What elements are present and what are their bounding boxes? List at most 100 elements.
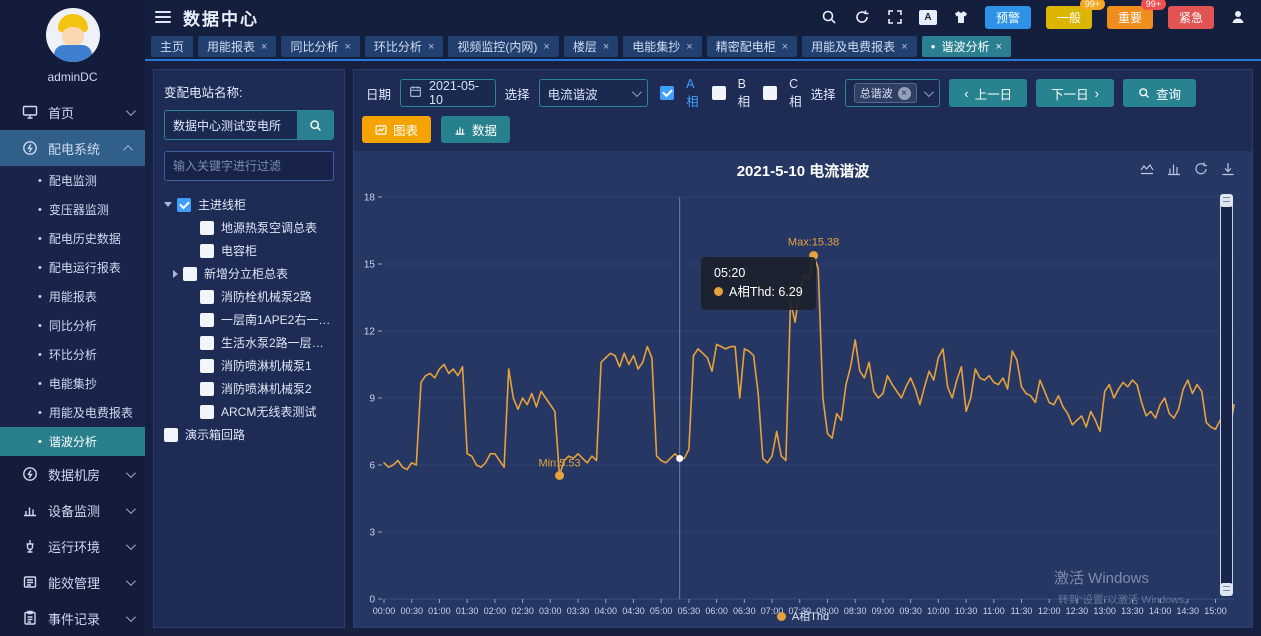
tab-energy-report[interactable]: 用能报表× bbox=[198, 36, 276, 57]
previous-day-button[interactable]: ‹上一日 bbox=[949, 79, 1027, 107]
search-icon[interactable] bbox=[820, 8, 838, 26]
phase-a-checkbox[interactable]: A相 bbox=[660, 77, 699, 110]
sidebar-item-energy-report[interactable]: 用能报表 bbox=[0, 282, 145, 311]
tab-energy-fee-report[interactable]: 用能及电费报表× bbox=[802, 36, 916, 57]
tree-filter-input[interactable] bbox=[164, 151, 334, 181]
tree-node-ground-source-pump[interactable]: 地源热泵空调总表 bbox=[164, 216, 334, 239]
chart-legend[interactable]: A相Thd bbox=[354, 608, 1252, 624]
tree-node-1f-south-ape2[interactable]: 一层南1APE2右一层北1APE1左 bbox=[164, 308, 334, 331]
sidebar-item-energy-efficiency[interactable]: 能效管理 bbox=[0, 564, 145, 600]
station-name-input[interactable]: 数据中心测试变电所 bbox=[165, 111, 297, 139]
sidebar-item-meter-reading[interactable]: 电能集抄 bbox=[0, 369, 145, 398]
topbar-actions: A 预警 一般99+ 重要99+ 紧急 bbox=[820, 6, 1247, 29]
user-icon[interactable] bbox=[1229, 8, 1247, 26]
sidebar-nav: 首页 配电系统 配电监测 变压器监测 配电历史数据 配电运行报表 用能报表 同比… bbox=[0, 94, 145, 636]
alarm-count-badge: 99+ bbox=[1141, 0, 1166, 10]
sidebar-item-distribution-report[interactable]: 配电运行报表 bbox=[0, 253, 145, 282]
tree-node-spray-pump-2[interactable]: 消防喷淋机械泵2 bbox=[164, 377, 334, 400]
tree-checkbox[interactable] bbox=[200, 290, 214, 304]
fullscreen-icon[interactable] bbox=[886, 8, 904, 26]
tab-harmonic-analysis[interactable]: ●谐波分析× bbox=[922, 36, 1011, 57]
sidebar-item-energy-fee-report[interactable]: 用能及电费报表 bbox=[0, 398, 145, 427]
harmonics-chart[interactable]: 036912151800:0000:3001:0001:3002:0002:30… bbox=[354, 181, 1254, 617]
tree-checkbox[interactable] bbox=[183, 267, 197, 281]
next-day-button[interactable]: 下一日› bbox=[1036, 79, 1114, 107]
menu-collapse-icon[interactable] bbox=[155, 11, 171, 23]
tab-close-icon[interactable]: × bbox=[782, 41, 788, 53]
sidebar-item-operating-environment[interactable]: 运行环境 bbox=[0, 528, 145, 564]
date-picker[interactable]: 2021-05-10 bbox=[400, 79, 496, 107]
alarm-critical-button[interactable]: 紧急 bbox=[1168, 6, 1214, 29]
tree-checkbox[interactable] bbox=[200, 221, 214, 235]
tree-checkbox[interactable] bbox=[200, 382, 214, 396]
sidebar-item-device-monitoring[interactable]: 设备监测 bbox=[0, 492, 145, 528]
tab-close-icon[interactable]: × bbox=[344, 41, 350, 53]
harmonic-type-select[interactable]: 电流谐波 bbox=[539, 79, 649, 107]
tree-node-new-sub-cabinet[interactable]: 新增分立柜总表 bbox=[164, 262, 334, 285]
select2-label: 选择 bbox=[811, 84, 836, 103]
tab-close-icon[interactable]: × bbox=[603, 41, 609, 53]
data-view-button[interactable]: 数据 bbox=[441, 116, 510, 143]
tab-close-icon[interactable]: × bbox=[428, 41, 434, 53]
phase-c-checkbox[interactable]: C相 bbox=[763, 77, 802, 110]
toolbox-restore-icon[interactable] bbox=[1193, 161, 1209, 177]
tab-precision-cabinet[interactable]: 精密配电柜× bbox=[707, 36, 797, 57]
tree-node-water-pump-2[interactable]: 生活水泵2路一层弱电房 bbox=[164, 331, 334, 354]
tree-node-main-incoming-cabinet[interactable]: 主进线柜 bbox=[164, 193, 334, 216]
tab-close-icon[interactable]: × bbox=[261, 41, 267, 53]
scrollbar-handle-bottom[interactable] bbox=[1220, 583, 1233, 596]
theme-shirt-icon[interactable] bbox=[952, 8, 970, 26]
tree-checkbox[interactable] bbox=[200, 336, 214, 350]
sidebar-item-data-room[interactable]: 数据机房 bbox=[0, 456, 145, 492]
sidebar-item-mom-analysis[interactable]: 环比分析 bbox=[0, 340, 145, 369]
tree-node-capacitor-cabinet[interactable]: 电容柜 bbox=[164, 239, 334, 262]
tag-remove-icon[interactable]: × bbox=[898, 87, 911, 100]
sidebar-item-event-log[interactable]: 事件记录 bbox=[0, 600, 145, 636]
tab-close-icon[interactable]: × bbox=[543, 41, 549, 53]
query-button[interactable]: 查询 bbox=[1123, 79, 1196, 107]
tree-checkbox[interactable] bbox=[200, 405, 214, 419]
user-avatar[interactable] bbox=[46, 8, 100, 62]
alarm-general-button[interactable]: 一般99+ bbox=[1046, 6, 1092, 29]
sidebar-item-yoy-analysis[interactable]: 同比分析 bbox=[0, 311, 145, 340]
tab-video-monitoring[interactable]: 视频监控(内网)× bbox=[448, 36, 558, 57]
tab-yoy-analysis[interactable]: 同比分析× bbox=[281, 36, 359, 57]
toolbox-line-chart-icon[interactable] bbox=[1139, 161, 1155, 177]
scrollbar-handle-top[interactable] bbox=[1220, 194, 1233, 207]
tree-expand-icon[interactable] bbox=[164, 202, 172, 207]
tree-checkbox[interactable] bbox=[164, 428, 178, 442]
sidebar-item-distribution-history[interactable]: 配电历史数据 bbox=[0, 224, 145, 253]
vertical-scrollbar[interactable] bbox=[1220, 195, 1233, 595]
tree-expand-icon[interactable] bbox=[173, 270, 178, 278]
toolbox-download-icon[interactable] bbox=[1220, 161, 1236, 177]
tab-meter-reading[interactable]: 电能集抄× bbox=[623, 36, 701, 57]
alarm-important-button[interactable]: 重要99+ bbox=[1107, 6, 1153, 29]
tree-node-arcm-wireless-test[interactable]: ARCM无线表测试 bbox=[164, 400, 334, 423]
alarm-warning-button[interactable]: 预警 bbox=[985, 6, 1031, 29]
tree-checkbox[interactable] bbox=[200, 244, 214, 258]
sidebar-item-power-distribution[interactable]: 配电系统 bbox=[0, 130, 145, 166]
tab-close-icon[interactable]: × bbox=[901, 41, 907, 53]
tree-checkbox[interactable] bbox=[177, 198, 191, 212]
harmonic-order-multiselect[interactable]: 总谐波× bbox=[845, 79, 941, 107]
tree-checkbox[interactable] bbox=[200, 313, 214, 327]
tab-close-icon[interactable]: × bbox=[995, 41, 1001, 53]
tab-close-icon[interactable]: × bbox=[686, 41, 692, 53]
tree-node-spray-pump-1[interactable]: 消防喷淋机械泵1 bbox=[164, 354, 334, 377]
tree-checkbox[interactable] bbox=[200, 359, 214, 373]
tree-node-fire-hydrant-pump-2[interactable]: 消防栓机械泵2路 bbox=[164, 285, 334, 308]
chart-view-button[interactable]: 图表 bbox=[362, 116, 431, 143]
tab-floor[interactable]: 楼层× bbox=[564, 36, 618, 57]
font-size-icon[interactable]: A bbox=[919, 10, 937, 25]
tab-mom-analysis[interactable]: 环比分析× bbox=[365, 36, 443, 57]
sidebar-item-harmonic-analysis[interactable]: 谐波分析 bbox=[0, 427, 145, 456]
phase-b-checkbox[interactable]: B相 bbox=[712, 77, 751, 110]
toolbox-bar-chart-icon[interactable] bbox=[1166, 161, 1182, 177]
refresh-icon[interactable] bbox=[853, 8, 871, 26]
sidebar-item-distribution-monitoring[interactable]: 配电监测 bbox=[0, 166, 145, 195]
tab-home[interactable]: 主页 bbox=[151, 36, 193, 57]
tree-node-demo-box-circuit[interactable]: 演示箱回路 bbox=[164, 423, 334, 446]
sidebar-item-transformer-monitoring[interactable]: 变压器监测 bbox=[0, 195, 145, 224]
sidebar-item-home[interactable]: 首页 bbox=[0, 94, 145, 130]
station-search-button[interactable] bbox=[297, 111, 333, 139]
